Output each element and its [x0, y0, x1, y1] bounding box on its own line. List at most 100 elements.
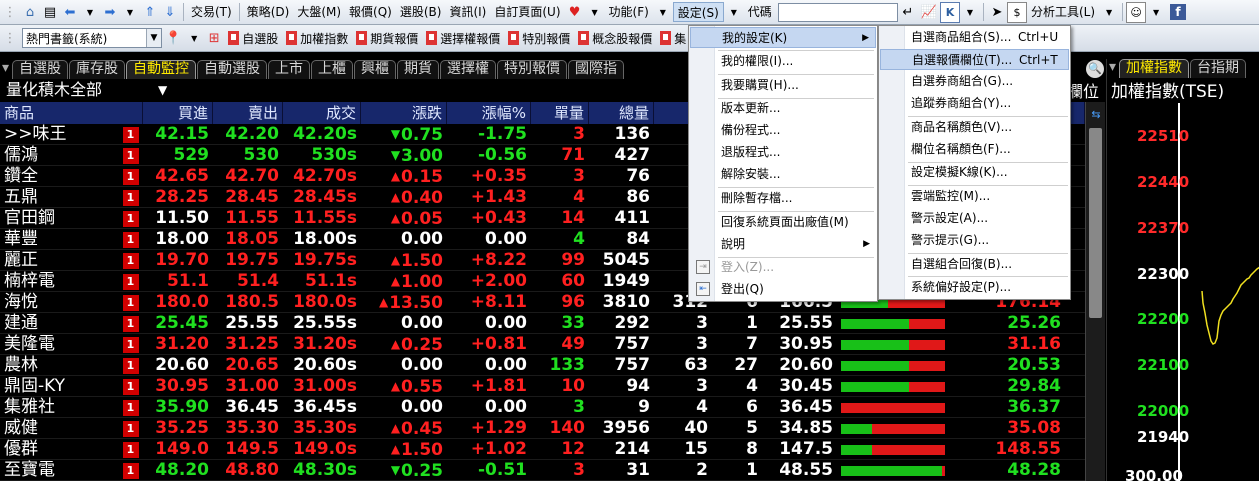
- menu-item-system-preferences[interactable]: 系統偏好設定(P)...: [880, 277, 1069, 298]
- code-input[interactable]: [777, 2, 898, 22]
- scroll-arrows-icon[interactable]: ⇆: [1086, 108, 1106, 122]
- back-arrow-icon[interactable]: ⬅: [60, 2, 80, 23]
- tab-taiex[interactable]: 加權指數: [1119, 59, 1190, 78]
- menu-quote[interactable]: 報價(Q): [345, 2, 396, 22]
- table-row[interactable]: 美隆電 1 31.20 31.25 31.20s ▲0.25 +0.81 49 757 3 7 30.…: [0, 334, 1085, 355]
- analysis-dropdown-icon[interactable]: ▼: [1099, 2, 1119, 23]
- menu-item-alert-prompt[interactable]: 警示提示(G)...: [880, 230, 1069, 251]
- menu-item-my-permission[interactable]: 我的權限(I)...: [690, 51, 876, 72]
- tab-8[interactable]: 選擇權: [440, 60, 497, 79]
- cell-product-name[interactable]: 海悅: [0, 292, 118, 313]
- bookmark-combo[interactable]: 熱門書籤(系統) ▼: [22, 28, 162, 48]
- menu-stock-pick[interactable]: 選股(B): [396, 2, 446, 22]
- table-row[interactable]: 至寶電 1 48.20 48.80 48.30s ▼0.25 -0.51 3 31 2 1 48.55…: [0, 460, 1085, 481]
- page-down-icon[interactable]: ⇓: [160, 2, 180, 23]
- menu-strategy[interactable]: 策略(D): [243, 2, 294, 22]
- menu-item-custom-brokers[interactable]: 自選券商組合(G)...: [880, 71, 1069, 92]
- forward-dropdown-icon[interactable]: ▼: [120, 2, 140, 23]
- settings-dropdown-icon[interactable]: ▼: [724, 2, 744, 23]
- menu-item-logout[interactable]: ⇤ 登出(Q): [690, 279, 876, 300]
- menu-item-rollback[interactable]: 退版程式...: [690, 142, 876, 163]
- menu-item-clear-temp[interactable]: 刪除暫存檔...: [690, 188, 876, 209]
- home-icon[interactable]: ⌂: [20, 2, 40, 23]
- header-total-volume[interactable]: 總量: [589, 102, 654, 124]
- forward-arrow-icon[interactable]: ➡: [100, 2, 120, 23]
- menu-item-restore-groups[interactable]: 自選組合回復(B)...: [880, 254, 1069, 275]
- menu-analysis-tools[interactable]: 分析工具(L): [1027, 2, 1099, 22]
- menu-item-simulated-k[interactable]: 設定模擬K線(K)...: [880, 162, 1069, 183]
- quick-link-options[interactable]: 選擇權報價: [422, 27, 504, 49]
- header-change[interactable]: 漲跌: [361, 102, 447, 124]
- group-dropdown-icon[interactable]: ▼: [158, 80, 167, 100]
- menu-item-track-brokers[interactable]: 追蹤券商組合(Y)...: [880, 93, 1069, 114]
- tab-0[interactable]: 自選股: [12, 60, 69, 79]
- scrollbar-thumb[interactable]: [1089, 128, 1102, 318]
- menu-item-product-name-color[interactable]: 商品名稱顏色(V)...: [880, 117, 1069, 138]
- cell-product-name[interactable]: 儒鴻: [0, 145, 118, 166]
- header-product[interactable]: 商品: [0, 102, 143, 124]
- menu-item-custom-products[interactable]: 自選商品組合(S)... Ctrl+U: [880, 27, 1069, 48]
- cell-product-name[interactable]: 麗正: [0, 250, 118, 271]
- table-row[interactable]: 農林 1 20.60 20.65 20.60s 0.00 0.00 133 757 63 27 20.…: [0, 355, 1085, 376]
- quick-link-taiex[interactable]: 加權指數: [282, 27, 352, 49]
- menu-item-purchase[interactable]: 我要購買(H)...: [690, 75, 876, 96]
- table-row[interactable]: 優群 1 149.0 149.5 149.0s ▲1.50 +1.02 12 214 15 8 147…: [0, 439, 1085, 460]
- cell-product-name[interactable]: 集雅社: [0, 397, 118, 418]
- quick-link-more[interactable]: 集: [656, 27, 690, 49]
- menu-item-cloud-monitor[interactable]: 雲端監控(M)...: [880, 186, 1069, 207]
- add-bookmark-icon[interactable]: ⊞: [204, 28, 224, 49]
- toolbar-collapse-icon[interactable]: ▼: [960, 2, 980, 23]
- document-icon[interactable]: ▤: [40, 2, 60, 23]
- cell-product-name[interactable]: 五鼎: [0, 187, 118, 208]
- function-dropdown-icon[interactable]: ▼: [653, 2, 673, 23]
- facebook-icon[interactable]: f: [1170, 4, 1187, 20]
- tab-3[interactable]: 自動選股: [197, 60, 268, 79]
- header-ask[interactable]: 賣出: [213, 102, 283, 124]
- menu-item-field-name-color[interactable]: 欄位名稱顏色(F)...: [880, 139, 1069, 160]
- menu-function[interactable]: 功能(F): [605, 2, 653, 22]
- tab-2[interactable]: 自動監控: [126, 60, 197, 79]
- menu-settings[interactable]: 設定(S): [672, 2, 724, 22]
- combo-dropdown-icon[interactable]: ▼: [146, 29, 161, 47]
- quick-link-special[interactable]: 特別報價: [504, 27, 574, 49]
- header-columns-label[interactable]: 欄位: [1067, 78, 1099, 102]
- table-row[interactable]: 建通 1 25.45 25.55 25.55s 0.00 0.00 33 292 3 1 25.55 2…: [0, 313, 1085, 334]
- cell-product-name[interactable]: 鑽全: [0, 166, 118, 187]
- k-line-icon[interactable]: K: [939, 1, 960, 23]
- tab-1[interactable]: 庫存股: [69, 60, 126, 79]
- tab-10[interactable]: 國際指: [568, 60, 625, 79]
- bookmark-pin-icon[interactable]: 📍: [162, 28, 184, 49]
- tab-7[interactable]: 期貨: [397, 60, 440, 79]
- menu-item-backup[interactable]: 備份程式...: [690, 120, 876, 141]
- cell-product-name[interactable]: 威健: [0, 418, 118, 439]
- cell-product-name[interactable]: 鼎固-KY: [0, 376, 118, 397]
- tab-tx-futures[interactable]: 台指期: [1190, 59, 1247, 78]
- cell-product-name[interactable]: 優群: [0, 439, 118, 460]
- header-last[interactable]: 成交: [283, 102, 361, 124]
- dollar-icon[interactable]: $: [1006, 1, 1027, 23]
- cell-product-name[interactable]: 建通: [0, 313, 118, 334]
- menu-trade[interactable]: 交易(T): [187, 2, 236, 22]
- cell-product-name[interactable]: 至寶電: [0, 460, 118, 481]
- tab-5[interactable]: 上櫃: [311, 60, 354, 79]
- menu-item-update[interactable]: 版本更新...: [690, 98, 876, 119]
- tab-4[interactable]: 上市: [268, 60, 311, 79]
- grid-scrollbar[interactable]: ⇆: [1085, 102, 1105, 481]
- user-icon[interactable]: ☺: [1126, 1, 1147, 23]
- page-up-icon[interactable]: ⇑: [140, 2, 160, 23]
- menu-custom-page[interactable]: 自訂頁面(U): [490, 2, 564, 22]
- cell-product-name[interactable]: 美隆電: [0, 334, 118, 355]
- cell-product-name[interactable]: 農林: [0, 355, 118, 376]
- cell-product-name[interactable]: >>味王: [0, 124, 118, 145]
- table-row[interactable]: 集雅社 1 35.90 36.45 36.45s 0.00 0.00 3 9 4 6 36.45 36.…: [0, 397, 1085, 418]
- user-dropdown-icon[interactable]: ▼: [1146, 2, 1166, 23]
- chart-icon[interactable]: 📈: [918, 2, 940, 23]
- back-dropdown-icon[interactable]: ▼: [80, 2, 100, 23]
- heart-dropdown-icon[interactable]: ▼: [585, 2, 605, 23]
- header-bid[interactable]: 買進: [143, 102, 213, 124]
- menu-item-custom-quote-fields[interactable]: 自選報價欄位(T)... Ctrl+T: [880, 49, 1069, 70]
- group-title[interactable]: 量化積木全部: [6, 80, 102, 100]
- tab-9[interactable]: 特別報價: [497, 60, 568, 79]
- quick-link-concept[interactable]: 概念股報價: [574, 27, 656, 49]
- menu-item-my-settings[interactable]: 我的設定(K) ▶: [690, 27, 876, 48]
